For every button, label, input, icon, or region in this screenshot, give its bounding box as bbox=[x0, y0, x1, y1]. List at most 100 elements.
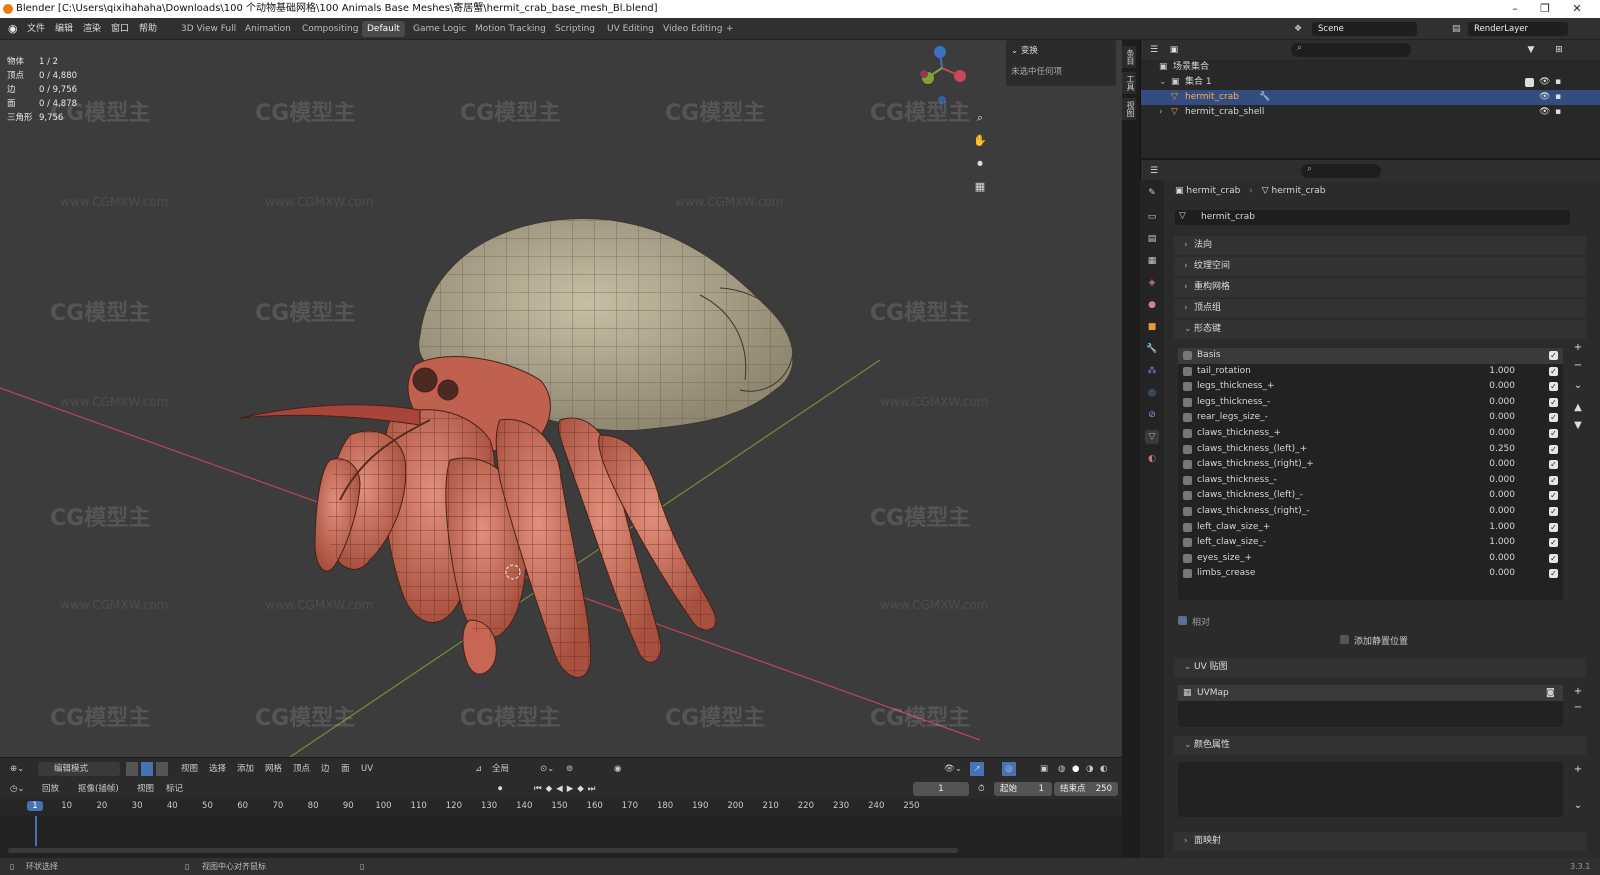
maximize-button[interactable]: ❐ bbox=[1530, 0, 1560, 18]
render-camera-icon[interactable]: ▪ bbox=[1555, 90, 1561, 105]
transform-header[interactable]: ⌄ 变换 bbox=[1011, 44, 1038, 56]
section-normals[interactable]: › 法向 bbox=[1174, 236, 1586, 255]
shape-key-value[interactable]: 0.250 bbox=[1470, 442, 1515, 458]
edge-select-icon[interactable] bbox=[141, 762, 153, 776]
tab-video-editing[interactable]: Video Editing bbox=[658, 21, 727, 37]
tab-view[interactable]: 视图 bbox=[1122, 98, 1136, 120]
shape-key-row[interactable]: Basis ✓ bbox=[1178, 348, 1563, 364]
shape-key-mute-checkbox[interactable]: ✓ bbox=[1549, 413, 1558, 423]
scene-icon[interactable]: ◈ bbox=[1145, 276, 1159, 290]
uv-map-row[interactable]: ▦ UVMap ◙ bbox=[1178, 685, 1563, 701]
physics-icon[interactable]: ◎ bbox=[1145, 386, 1159, 400]
outliner-row-hermit-crab-shell[interactable]: › ▽ hermit_crab_shell 👁 ▪ bbox=[1141, 105, 1600, 120]
section-face-maps[interactable]: › 面映射 bbox=[1174, 832, 1586, 851]
relative-checkbox[interactable]: 相对 bbox=[1178, 615, 1210, 628]
display-mode-icon[interactable]: ▣ bbox=[1166, 42, 1182, 58]
render-camera-icon[interactable]: ◙ bbox=[1546, 685, 1555, 701]
current-frame-field[interactable]: 1 bbox=[913, 782, 969, 796]
menu-uv[interactable]: UV bbox=[361, 762, 373, 776]
shape-key-mute-checkbox[interactable]: ✓ bbox=[1549, 366, 1558, 376]
wireframe-shading-icon[interactable]: ◍ bbox=[1058, 762, 1065, 776]
remove-shape-key-icon[interactable]: − bbox=[1570, 358, 1586, 374]
expand-icon[interactable]: › bbox=[1159, 105, 1163, 120]
menu-render[interactable]: 渲染 bbox=[83, 22, 101, 36]
overlay-toggle-icon[interactable]: ◎ bbox=[1002, 762, 1016, 776]
shape-key-row[interactable]: claws_thickness_(left)_- 0.000 ✓ bbox=[1178, 488, 1563, 504]
solid-shading-icon[interactable]: ● bbox=[1072, 762, 1079, 776]
editor-type-icon[interactable]: ☰ bbox=[1146, 163, 1162, 179]
exclude-checkbox[interactable] bbox=[1525, 78, 1534, 87]
menu-keying[interactable]: 抠像(插帧) bbox=[78, 782, 119, 796]
section-texture-space[interactable]: › 纹理空间 bbox=[1174, 257, 1586, 276]
xray-icon[interactable]: ▣ bbox=[1040, 762, 1048, 776]
tab-motion-tracking[interactable]: Motion Tracking bbox=[470, 21, 551, 37]
render-layer-selector[interactable]: RenderLayer bbox=[1468, 22, 1568, 36]
output-icon[interactable]: ▤ bbox=[1145, 232, 1159, 246]
material-icon[interactable]: ◐ bbox=[1145, 452, 1159, 466]
shape-key-row[interactable]: limbs_crease 0.000 ✓ bbox=[1178, 566, 1563, 582]
add-color-attribute-icon[interactable]: + bbox=[1570, 762, 1586, 778]
menu-marker[interactable]: 标记 bbox=[166, 782, 183, 796]
tab-default[interactable]: Default bbox=[362, 21, 405, 37]
outliner-row-hermit-crab[interactable]: ▽ hermit_crab 🔧 👁 ▪ bbox=[1141, 90, 1600, 105]
shape-key-value[interactable]: 1.000 bbox=[1470, 364, 1515, 380]
menu-file[interactable]: 文件 bbox=[27, 22, 45, 36]
timeline-ruler[interactable]: 1 10 20 30 40 50 60 70 80 90 100 110 120 130 140 150 160… bbox=[0, 799, 1122, 816]
menu-view[interactable]: 视图 bbox=[137, 782, 154, 796]
orientation-selector[interactable]: 全局 bbox=[492, 762, 509, 776]
mesh-name-field[interactable]: hermit_crab bbox=[1175, 210, 1570, 225]
shape-key-value[interactable]: 0.000 bbox=[1470, 426, 1515, 442]
shape-key-mute-checkbox[interactable]: ✓ bbox=[1549, 475, 1558, 485]
shape-key-row[interactable]: legs_thickness_- 0.000 ✓ bbox=[1178, 395, 1563, 411]
world-icon[interactable]: ● bbox=[1145, 298, 1159, 312]
section-shape-keys[interactable]: ⌄ 形态键 bbox=[1174, 320, 1586, 339]
shape-key-menu-icon[interactable]: ⌄ bbox=[1570, 378, 1586, 394]
rendered-shading-icon[interactable]: ◐ bbox=[1100, 762, 1107, 776]
shape-key-mute-checkbox[interactable]: ✓ bbox=[1549, 460, 1558, 470]
add-uv-map-icon[interactable]: + bbox=[1570, 684, 1586, 700]
timeline-editor-icon[interactable]: ◷⌄ bbox=[10, 782, 25, 796]
filter-icon[interactable]: ▼ bbox=[1523, 42, 1539, 58]
shape-key-value[interactable]: 0.000 bbox=[1470, 410, 1515, 426]
shape-key-value[interactable]: 0.000 bbox=[1470, 473, 1515, 489]
tool-icon[interactable]: ✎ bbox=[1145, 186, 1159, 200]
shape-key-mute-checkbox[interactable]: ✓ bbox=[1549, 522, 1558, 532]
shape-key-row[interactable]: legs_thickness_+ 0.000 ✓ bbox=[1178, 379, 1563, 395]
section-remesh[interactable]: › 重构网格 bbox=[1174, 278, 1586, 297]
shape-key-row[interactable]: left_claw_size_+ 1.000 ✓ bbox=[1178, 520, 1563, 536]
color-attribute-menu-icon[interactable]: ⌄ bbox=[1570, 798, 1586, 814]
modifier-icon[interactable]: 🔧 bbox=[1145, 342, 1159, 356]
proportional-edit-icon[interactable]: ◉ bbox=[614, 762, 621, 776]
shape-key-mute-checkbox[interactable]: ✓ bbox=[1549, 491, 1558, 501]
outliner-row-scene-collection[interactable]: ▣ 场景集合 bbox=[1141, 60, 1600, 75]
perspective-grid-icon[interactable]: ▦ bbox=[972, 179, 988, 195]
menu-select[interactable]: 选择 bbox=[209, 762, 226, 776]
shape-key-mute-checkbox[interactable]: ✓ bbox=[1549, 569, 1558, 579]
playhead[interactable] bbox=[35, 816, 37, 846]
render-camera-icon[interactable]: ▪ bbox=[1555, 75, 1561, 90]
shape-key-row[interactable]: tail_rotation 1.000 ✓ bbox=[1178, 364, 1563, 380]
shape-key-row[interactable]: rear_legs_size_- 0.000 ✓ bbox=[1178, 410, 1563, 426]
shape-key-mute-checkbox[interactable]: ✓ bbox=[1549, 538, 1558, 548]
shape-key-mute-checkbox[interactable]: ✓ bbox=[1549, 382, 1558, 392]
shape-key-value[interactable]: 0.000 bbox=[1470, 551, 1515, 567]
end-frame-field[interactable]: 结束点 250 bbox=[1054, 782, 1118, 796]
move-down-icon[interactable]: ▼ bbox=[1570, 418, 1586, 434]
constraint-icon[interactable]: ⊘ bbox=[1145, 408, 1159, 422]
object-icon[interactable]: ■ bbox=[1145, 320, 1159, 334]
shape-key-value[interactable]: 0.000 bbox=[1470, 504, 1515, 520]
shape-key-value[interactable]: 0.000 bbox=[1470, 395, 1515, 411]
record-icon[interactable]: ⏺ bbox=[498, 782, 502, 796]
section-uv-maps[interactable]: ⌄ UV 贴图 bbox=[1174, 658, 1586, 677]
outliner-search-input[interactable]: ⌕ bbox=[1291, 43, 1411, 57]
shape-key-row[interactable]: eyes_size_+ 0.000 ✓ bbox=[1178, 551, 1563, 567]
view-layer-icon[interactable]: ▦ bbox=[1145, 254, 1159, 268]
menu-window[interactable]: 窗口 bbox=[111, 22, 129, 36]
shape-key-row[interactable]: claws_thickness_(right)_+ 0.000 ✓ bbox=[1178, 457, 1563, 473]
render-icon[interactable]: ▭ bbox=[1145, 210, 1159, 224]
visibility-icon[interactable]: 👁⌄ bbox=[944, 762, 962, 776]
minimize-button[interactable]: – bbox=[1500, 0, 1530, 18]
3d-viewport[interactable]: 物体 1 / 2 顶点 0 / 4,880 边0 / 9,756 面0 / 4,87… bbox=[0, 40, 1122, 757]
menu-help[interactable]: 帮助 bbox=[139, 22, 157, 36]
tab-scripting[interactable]: Scripting bbox=[550, 21, 600, 37]
